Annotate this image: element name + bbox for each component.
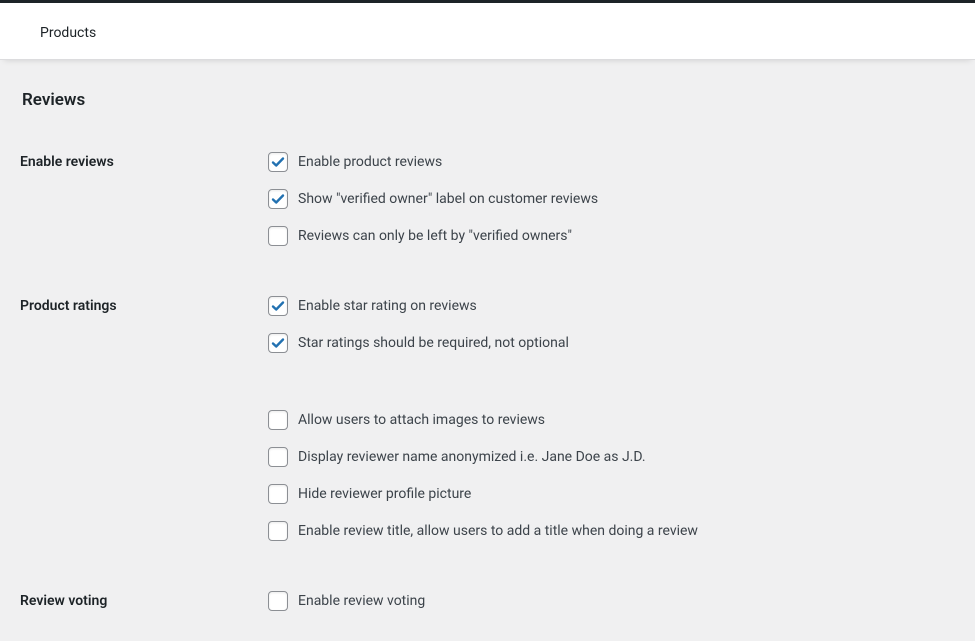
tab-products[interactable]: Products (40, 25, 96, 41)
checkbox-enable-star-rating[interactable] (268, 296, 288, 316)
option-enable-review-title: Enable review title, allow users to add … (268, 521, 955, 541)
row-spacer (20, 256, 955, 296)
option-star-ratings-required: Star ratings should be required, not opt… (268, 333, 955, 353)
option-enable-product-reviews: Enable product reviews (268, 152, 955, 172)
options-review-voting: Enable review voting (268, 591, 955, 611)
checkbox-verified-owners-only[interactable] (268, 226, 288, 246)
option-label[interactable]: Enable review voting (298, 593, 425, 609)
label-review-voting: Review voting (20, 591, 268, 609)
settings-tabs-bar: Products (0, 3, 975, 60)
section-title-reviews: Reviews (22, 90, 955, 110)
option-label[interactable]: Reviews can only be left by "verified ow… (298, 228, 572, 244)
row-enable-reviews: Enable reviews Enable product reviews Sh… (20, 130, 955, 246)
option-verified-owners-only: Reviews can only be left by "verified ow… (268, 226, 955, 246)
label-enable-reviews: Enable reviews (20, 152, 268, 170)
option-label[interactable]: Star ratings should be required, not opt… (298, 335, 569, 351)
option-anonymize-name: Display reviewer name anonymized i.e. Ja… (268, 447, 955, 467)
option-label[interactable]: Show "verified owner" label on customer … (298, 191, 598, 207)
checkbox-star-ratings-required[interactable] (268, 333, 288, 353)
label-product-ratings: Product ratings (20, 296, 268, 314)
option-enable-review-voting: Enable review voting (268, 591, 955, 611)
checkbox-enable-review-voting[interactable] (268, 591, 288, 611)
option-attach-images: Allow users to attach images to reviews (268, 410, 955, 430)
checkbox-enable-product-reviews[interactable] (268, 152, 288, 172)
options-product-ratings: Enable star rating on reviews Star ratin… (268, 296, 955, 541)
checkbox-attach-images[interactable] (268, 410, 288, 430)
option-label[interactable]: Display reviewer name anonymized i.e. Ja… (298, 449, 646, 465)
option-label[interactable]: Hide reviewer profile picture (298, 486, 471, 502)
option-label[interactable]: Enable product reviews (298, 154, 442, 170)
settings-content: Reviews Enable reviews Enable product re… (0, 60, 975, 641)
option-label[interactable]: Allow users to attach images to reviews (298, 412, 545, 428)
option-label[interactable]: Enable review title, allow users to add … (298, 523, 698, 539)
option-hide-profile-picture: Hide reviewer profile picture (268, 484, 955, 504)
checkbox-hide-profile-picture[interactable] (268, 484, 288, 504)
checkbox-show-verified-owner-label[interactable] (268, 189, 288, 209)
option-show-verified-owner-label: Show "verified owner" label on customer … (268, 189, 955, 209)
checkbox-anonymize-name[interactable] (268, 447, 288, 467)
checkbox-enable-review-title[interactable] (268, 521, 288, 541)
option-enable-star-rating: Enable star rating on reviews (268, 296, 955, 316)
row-spacer (20, 551, 955, 591)
sub-group-spacer (268, 370, 955, 410)
row-product-ratings: Product ratings Enable star rating on re… (20, 296, 955, 541)
option-label[interactable]: Enable star rating on reviews (298, 298, 477, 314)
row-review-voting: Review voting Enable review voting (20, 591, 955, 611)
options-enable-reviews: Enable product reviews Show "verified ow… (268, 152, 955, 246)
